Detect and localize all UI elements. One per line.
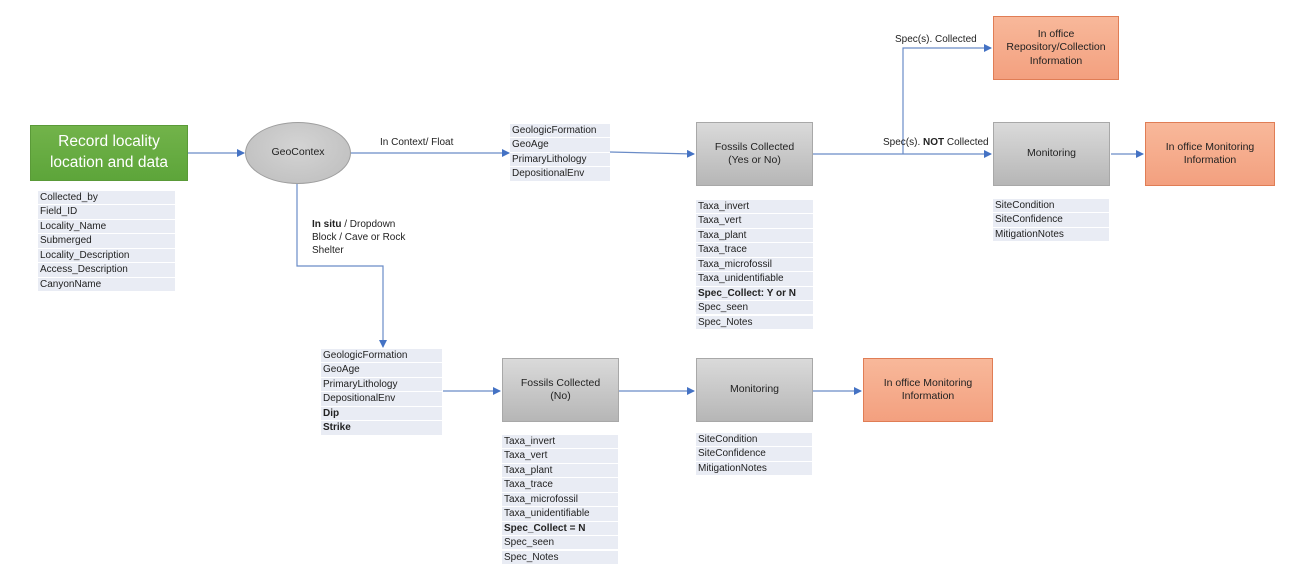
- geocontex-label: GeoContex: [271, 146, 325, 159]
- field-item: Collected_by: [38, 191, 175, 205]
- field-item: Spec_seen: [502, 536, 618, 550]
- field-item: Taxa_vert: [502, 449, 618, 463]
- field-item: Taxa_microfossil: [696, 257, 813, 272]
- field-item: Taxa_vert: [696, 214, 813, 228]
- record-locality-label-line1: Record locality: [58, 133, 160, 151]
- field-item: Taxa_invert: [696, 200, 813, 214]
- office-monitoring-lower-label-line1: In office Monitoring: [883, 376, 973, 389]
- repository-label-line3: Information: [1029, 54, 1083, 67]
- fossils-collected-no-label-line2: (No): [550, 390, 571, 402]
- field-item: PrimaryLithology: [510, 152, 610, 167]
- field-item: MitigationNotes: [696, 461, 812, 476]
- field-item: DepositionalEnv: [510, 167, 610, 181]
- field-item: Field_ID: [38, 205, 175, 219]
- field-item: Spec_seen: [696, 301, 813, 315]
- record-locality-node: Record locality location and data: [30, 125, 188, 181]
- insitu-geo-fields-list: GeologicFormation GeoAge PrimaryLitholog…: [321, 349, 442, 436]
- field-item: Taxa_invert: [502, 435, 618, 449]
- field-item: SiteConfidence: [696, 447, 812, 461]
- fossils-collected-no-node: Fossils Collected (No): [502, 358, 619, 422]
- repository-label-line2: Repository/Collection: [1006, 41, 1106, 54]
- field-item: Taxa_trace: [696, 243, 813, 257]
- field-item: Spec_Notes: [502, 550, 618, 564]
- field-item: Taxa_plant: [696, 228, 813, 243]
- field-item: MitigationNotes: [993, 227, 1109, 242]
- field-item: GeologicFormation: [510, 124, 610, 138]
- record-locality-label-line2: location and data: [49, 154, 169, 171]
- field-item: SiteCondition: [993, 199, 1109, 213]
- field-item: Submerged: [38, 234, 175, 248]
- field-item: Taxa_unidentifiable: [502, 507, 618, 521]
- edge-geocontex-to-insitu-fields: [296, 184, 387, 348]
- start-fields-list: Collected_by Field_ID Locality_Name Subm…: [38, 191, 175, 292]
- float-geo-fields-list: GeologicFormation GeoAge PrimaryLitholog…: [510, 124, 610, 182]
- field-item: Locality_Description: [38, 248, 175, 263]
- field-item: Taxa_trace: [502, 478, 618, 492]
- monitoring-node-lower: Monitoring: [696, 358, 813, 422]
- fossils-collected-no-label-line1: Fossils Collected: [520, 376, 601, 389]
- field-item: GeoAge: [510, 138, 610, 152]
- edge-label-specs-collected: Spec(s). Collected: [895, 34, 977, 45]
- field-item: Taxa_microfossil: [502, 492, 618, 507]
- fossils-collected-label-line2: (Yes or No): [728, 154, 781, 166]
- not-collected-prefix: Spec(s).: [883, 137, 924, 148]
- monitoring-node-upper: Monitoring: [993, 122, 1110, 186]
- connectors: [188, 44, 1144, 395]
- office-monitoring-node-lower: In office Monitoring Information: [863, 358, 993, 422]
- edge-label-in-situ: In situ / Dropdown Block / Cave or Rock …: [312, 218, 405, 257]
- office-monitoring-lower-label-line2: Information: [901, 390, 955, 402]
- lower-monitoring-fields-list: SiteCondition SiteConfidence MitigationN…: [696, 433, 812, 476]
- field-item: Taxa_plant: [502, 463, 618, 478]
- repository-label-line1: In office: [1037, 28, 1075, 41]
- in-situ-line3: Shelter: [312, 245, 344, 256]
- geocontex-node: GeoContex: [245, 122, 351, 184]
- monitoring-lower-label: Monitoring: [729, 383, 780, 396]
- in-situ-line1-rest: / Dropdown: [341, 219, 396, 230]
- fossils-collected-label-line1: Fossils Collected: [714, 140, 795, 153]
- flowchart-canvas: Record locality location and data Collec…: [0, 0, 1300, 575]
- edge-float-fields-to-fossils: [609, 149, 695, 158]
- insitu-fossil-fields-list: Taxa_invert Taxa_vert Taxa_plant Taxa_tr…: [502, 435, 618, 565]
- field-item: CanyonName: [38, 277, 175, 292]
- float-fossil-fields-list: Taxa_invert Taxa_vert Taxa_plant Taxa_tr…: [696, 200, 813, 330]
- edge-label-in-context-float: In Context/ Float: [380, 137, 454, 148]
- field-item: DepositionalEnv: [321, 392, 442, 406]
- field-item: Spec_Notes: [696, 315, 813, 329]
- upper-monitoring-fields-list: SiteCondition SiteConfidence MitigationN…: [993, 199, 1109, 242]
- field-item: PrimaryLithology: [321, 377, 442, 392]
- field-item: Dip: [321, 406, 442, 421]
- in-situ-line2: Block / Cave or Rock: [312, 232, 406, 243]
- field-item: Strike: [321, 421, 442, 435]
- field-item: GeoAge: [321, 363, 442, 377]
- office-monitoring-label-line1: In office Monitoring: [1165, 140, 1255, 153]
- fossils-collected-yes-no-node: Fossils Collected (Yes or No): [696, 122, 813, 186]
- field-item: SiteConfidence: [993, 213, 1109, 227]
- field-item: Taxa_unidentifiable: [696, 272, 813, 286]
- field-item: Spec_Collect: Y or N: [696, 286, 813, 301]
- not-collected-bold: NOT: [923, 137, 945, 148]
- not-collected-suffix: Collected: [944, 137, 989, 148]
- edge-label-specs-not-collected: Spec(s). NOT Collected: [883, 136, 989, 149]
- office-monitoring-label-line2: Information: [1183, 154, 1237, 166]
- monitoring-label: Monitoring: [1026, 147, 1077, 160]
- repository-collection-node: In office Repository/Collection Informat…: [993, 16, 1119, 80]
- field-item: SiteCondition: [696, 433, 812, 447]
- in-situ-bold: In situ: [312, 219, 342, 230]
- field-item: GeologicFormation: [321, 349, 442, 363]
- field-item: Access_Description: [38, 263, 175, 277]
- field-item: Spec_Collect = N: [502, 521, 618, 536]
- field-item: Locality_Name: [38, 219, 175, 234]
- office-monitoring-node-upper: In office Monitoring Information: [1145, 122, 1275, 186]
